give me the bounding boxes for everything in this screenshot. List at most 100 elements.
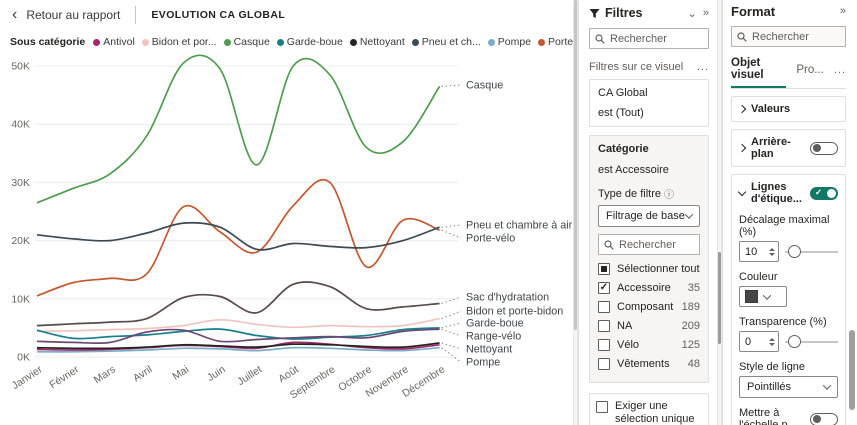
legend-item[interactable]: Nettoyant	[349, 36, 405, 48]
echelle-label: Mettre à l'échelle p...	[739, 407, 797, 425]
legend-item[interactable]: Porte-vélo	[538, 36, 578, 48]
option-count: 35	[687, 282, 700, 295]
series-end-label: Pompe	[466, 356, 500, 368]
x-axis-month-label: Mai	[170, 363, 191, 382]
option-label: Vêtements	[617, 358, 670, 371]
category-search[interactable]	[598, 234, 700, 255]
collapse-pane-icon[interactable]: »	[703, 7, 709, 19]
require-single-selection-row[interactable]: Exiger une sélection unique	[589, 392, 709, 425]
lignes-etiquettes-toggle[interactable]: ✓	[810, 186, 838, 200]
filter-field-name: Catégorie	[598, 143, 649, 155]
require-single-checkbox[interactable]	[596, 400, 608, 413]
legend-item[interactable]: Bidon et por...	[141, 36, 217, 48]
category-option-row[interactable]: Vêtements 48	[598, 357, 700, 372]
option-label: NA	[617, 320, 633, 333]
series-end-label: Bidon et porte-bidon	[466, 305, 563, 317]
legend-item-label: Casque	[233, 36, 270, 48]
series-line-sac-d-hydratation[interactable]	[36, 280, 440, 326]
option-checkbox[interactable]: ✓	[598, 282, 610, 295]
transparence-input[interactable]: 0	[739, 331, 779, 352]
more-options-icon[interactable]: ...	[697, 61, 709, 73]
chevron-down-icon	[737, 187, 747, 197]
style-ligne-label: Style de ligne	[739, 361, 806, 373]
select-all-checkbox[interactable]	[598, 263, 610, 276]
option-checkbox[interactable]	[598, 358, 610, 371]
filters-pane-header: Filtres ⌄ »	[589, 3, 709, 23]
filter-card-categorie[interactable]: Catégorie est Accessoire Type de filtre …	[589, 135, 709, 383]
divider	[135, 6, 137, 24]
series-line-bidon-et-porte-bidon[interactable]	[36, 317, 440, 332]
format-pane-scrollbar[interactable]	[849, 0, 855, 425]
format-search-input[interactable]	[752, 30, 840, 43]
category-option-row[interactable]: NA 209	[598, 319, 700, 334]
format-pane: Format » Objet visuel Pro... ... Valeurs…	[722, 0, 856, 425]
filter-card-ca-global[interactable]: CA Global est (Tout)	[589, 79, 709, 127]
category-option-row[interactable]: ✓ Accessoire 35	[598, 281, 700, 296]
filters-section-label: Filtres sur ce visuel ...	[589, 61, 709, 73]
label-leader-line	[441, 229, 462, 238]
legend-color-dot	[538, 38, 546, 46]
select-all-row[interactable]: Sélectionner tout	[598, 262, 700, 277]
option-checkbox[interactable]	[598, 301, 610, 314]
legend-item[interactable]: Casque	[223, 36, 270, 48]
option-count: 125	[681, 339, 700, 352]
filter-type-dropdown[interactable]: Filtrage de base	[598, 205, 700, 227]
series-line-casque[interactable]	[36, 54, 441, 204]
search-icon	[604, 239, 614, 250]
category-search-input[interactable]	[619, 238, 694, 251]
category-option-row[interactable]: Vélo 125	[598, 338, 700, 353]
filters-pane-title: Filtres	[605, 6, 643, 20]
arriere-plan-toggle[interactable]	[810, 141, 838, 155]
section-arriere-plan[interactable]: Arrière-plan	[731, 129, 846, 167]
format-search[interactable]	[731, 26, 846, 47]
series-end-label: Nettoyant	[466, 343, 512, 355]
couleur-dropdown[interactable]	[739, 286, 787, 307]
series-end-label: Sac d'hydratation	[466, 291, 549, 303]
y-axis-tick-label: 0K	[17, 351, 30, 363]
filters-search[interactable]	[589, 28, 709, 49]
spinner-arrows[interactable]	[766, 332, 778, 351]
legend-item[interactable]: Antivol	[93, 36, 135, 48]
transparence-label: Transparence (%)	[739, 316, 827, 328]
section-lignes-header[interactable]: Lignes d'étique... ✓	[737, 181, 838, 205]
decalage-slider[interactable]	[785, 244, 838, 259]
legend-item[interactable]: Pompe	[487, 36, 532, 48]
option-checkbox[interactable]	[598, 339, 610, 352]
category-option-row[interactable]: Composant 189	[598, 300, 700, 315]
label-leader-line	[441, 322, 462, 328]
legend-item-label: Pompe	[497, 36, 532, 48]
section-valeurs[interactable]: Valeurs	[731, 96, 846, 122]
label-leader-line	[441, 342, 462, 349]
couleur-label: Couleur	[739, 271, 778, 283]
decalage-input[interactable]: 10	[739, 241, 779, 262]
line-chart[interactable]: 0K 10K 20K 30K 40K 50K Janvier Février Mars Avril…	[0, 49, 578, 419]
legend-item[interactable]: Pneu et ch...	[411, 36, 481, 48]
y-axis-tick-label: 20K	[11, 235, 30, 247]
topbar: ‹ Retour au rapport EVOLUTION CA GLOBAL	[0, 0, 578, 30]
option-label: Vélo	[617, 339, 640, 352]
series-end-label: Casque	[466, 79, 503, 91]
collapse-pane-icon[interactable]: »	[840, 5, 846, 17]
spinner-arrows[interactable]	[766, 242, 778, 261]
transparence-slider[interactable]	[785, 334, 838, 349]
series-end-label: Garde-boue	[466, 317, 524, 329]
info-icon: ⓘ	[663, 190, 674, 201]
style-ligne-dropdown[interactable]: Pointillés	[739, 376, 838, 398]
more-tabs-icon[interactable]: ...	[834, 64, 846, 81]
legend-item[interactable]: Garde-boue	[276, 36, 343, 48]
filters-pane: Filtres ⌄ » Filtres sur ce visuel ... CA…	[578, 0, 717, 425]
back-chevron-icon[interactable]: ‹	[12, 7, 17, 23]
eraser-icon[interactable]: ⌄	[688, 7, 697, 20]
report-area: ‹ Retour au rapport EVOLUTION CA GLOBAL …	[0, 0, 578, 425]
option-count: 209	[681, 320, 700, 333]
tab-proprietes[interactable]: Pro...	[796, 64, 823, 81]
powerbi-focus-mode: ‹ Retour au rapport EVOLUTION CA GLOBAL …	[0, 0, 857, 425]
filter-condition: est Accessoire	[598, 164, 669, 176]
legend-color-dot	[223, 38, 231, 46]
option-checkbox[interactable]	[598, 320, 610, 333]
filters-search-input[interactable]	[610, 32, 703, 45]
echelle-toggle[interactable]	[810, 412, 838, 425]
back-to-report-link[interactable]: Retour au rapport	[26, 8, 120, 22]
tab-objet-visuel[interactable]: Objet visuel	[731, 57, 787, 88]
label-leader-line	[441, 310, 462, 319]
